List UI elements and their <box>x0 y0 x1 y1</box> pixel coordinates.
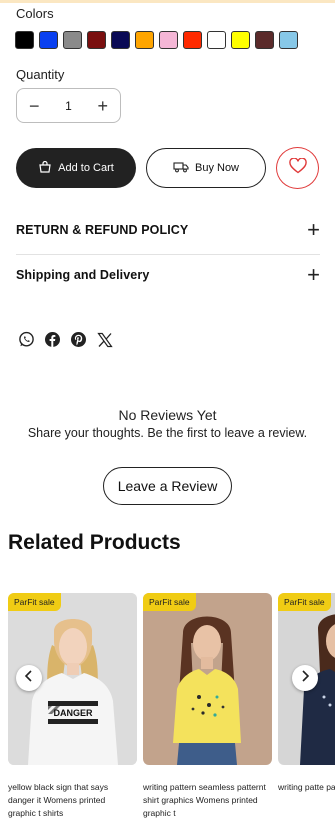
color-swatch-navy[interactable] <box>111 31 130 49</box>
share-icons <box>18 331 113 348</box>
leave-review-button[interactable]: Leave a Review <box>103 467 232 505</box>
related-products-title: Related Products <box>8 531 181 554</box>
color-swatch-red[interactable] <box>183 31 202 49</box>
delivery-truck-icon <box>173 161 189 176</box>
add-to-cart-label: Add to Cart <box>58 162 114 174</box>
bag-icon <box>38 160 52 176</box>
shirt-text: DANGER <box>53 708 93 718</box>
product-title[interactable]: yellow black sign that says danger it Wo… <box>8 781 133 818</box>
color-swatch-sky-blue[interactable] <box>279 31 298 49</box>
facebook-icon[interactable] <box>44 331 61 348</box>
quantity-increase-button[interactable]: + <box>97 97 108 115</box>
product-card[interactable]: ParFit sale writing patte pattern hear <box>278 593 335 794</box>
add-to-cart-button[interactable]: Add to Cart <box>16 148 136 188</box>
color-swatch-white[interactable] <box>207 31 226 49</box>
accordion-title: RETURN & REFUND POLICY <box>16 223 189 237</box>
related-products-carousel: DANGER ParFit sale yellow black sign tha… <box>8 593 335 818</box>
expand-plus-icon[interactable]: + <box>307 219 320 241</box>
top-strip <box>0 0 335 3</box>
color-swatch-grey[interactable] <box>63 31 82 49</box>
heart-icon <box>288 156 307 179</box>
quantity-stepper: − 1 + <box>16 88 121 123</box>
sale-badge: ParFit sale <box>278 593 331 611</box>
buy-now-label: Buy Now <box>194 162 240 174</box>
expand-plus-icon[interactable]: + <box>307 264 320 286</box>
color-swatch-blue[interactable] <box>39 31 58 49</box>
color-swatch-black[interactable] <box>15 31 34 49</box>
x-icon[interactable] <box>96 331 113 348</box>
color-swatch-brown[interactable] <box>255 31 274 49</box>
product-card[interactable]: DANGER ParFit sale yellow black sign tha… <box>8 593 137 818</box>
pinterest-icon[interactable] <box>70 331 87 348</box>
color-swatch-maroon[interactable] <box>87 31 106 49</box>
buy-now-button[interactable]: Buy Now <box>146 148 266 188</box>
no-reviews-title: No Reviews Yet <box>118 407 217 423</box>
color-swatch-pink[interactable] <box>159 31 178 49</box>
wishlist-button[interactable] <box>276 147 319 189</box>
color-swatch-yellow[interactable] <box>231 31 250 49</box>
color-swatches <box>15 31 298 49</box>
no-reviews-subtitle: Share your thoughts. Be the first to lea… <box>27 426 308 440</box>
product-card[interactable]: ParFit sale writing pattern seamless pat… <box>143 593 272 818</box>
colors-label: Colors <box>16 6 54 21</box>
color-swatch-orange[interactable] <box>135 31 154 49</box>
chevron-left-icon <box>24 669 34 687</box>
sale-badge: ParFit sale <box>143 593 196 611</box>
product-image[interactable]: ParFit sale <box>143 593 272 765</box>
quantity-label: Quantity <box>16 67 65 82</box>
accordion-title: Shipping and Delivery <box>16 268 150 282</box>
chevron-right-icon <box>300 669 310 687</box>
carousel-next-button[interactable] <box>292 665 318 691</box>
quantity-decrease-button[interactable]: − <box>29 97 40 115</box>
reviews-section: No Reviews Yet Share your thoughts. Be t… <box>0 407 335 440</box>
carousel-prev-button[interactable] <box>16 665 42 691</box>
return-refund-policy-accordion[interactable]: RETURN & REFUND POLICY + <box>16 208 320 252</box>
quantity-value[interactable]: 1 <box>65 99 72 113</box>
whatsapp-icon[interactable] <box>18 331 35 348</box>
product-title[interactable]: writing pattern seamless patternt shirt … <box>143 781 268 818</box>
sale-badge: ParFit sale <box>8 593 61 611</box>
product-title[interactable]: writing patte pattern hear <box>278 781 335 794</box>
shipping-delivery-accordion[interactable]: Shipping and Delivery + <box>16 253 320 297</box>
